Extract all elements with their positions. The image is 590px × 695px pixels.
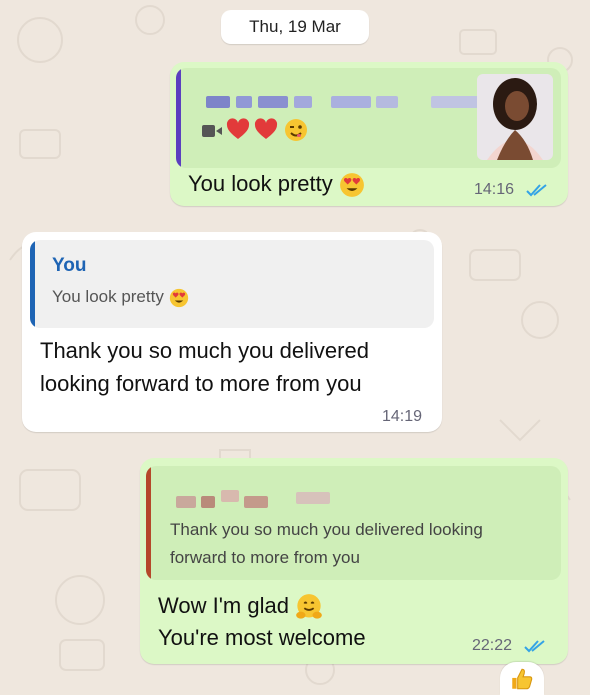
heart-emoji [226, 118, 250, 139]
message-text-line: Wow I'm glad [158, 590, 323, 621]
incoming-message-bubble[interactable]: You You look pretty Thank you so much yo… [22, 232, 442, 432]
quote-text: You look pretty [52, 287, 189, 308]
read-receipt-icon [526, 184, 547, 197]
thumbs-up-emoji [512, 668, 533, 690]
message-time: 14:16 [474, 181, 515, 198]
quote-accent-bar [176, 68, 181, 168]
heart-eyes-emoji [339, 173, 364, 198]
quoted-message[interactable]: Thank you so much you delivered looking … [146, 466, 561, 580]
message-time: 22:22 [472, 637, 513, 654]
quote-text-line: Thank you so much you delivered looking [170, 520, 483, 539]
photo-thumbnail[interactable] [477, 74, 553, 160]
video-icon [202, 125, 222, 137]
quote-author: You [52, 255, 87, 276]
message-text: You look pretty [188, 168, 365, 199]
heart-eyes-emoji [169, 288, 188, 307]
message-text-line: You're most welcome [158, 625, 366, 650]
message-text-line: looking forward to more from you [40, 371, 362, 396]
wink-emoji [285, 119, 307, 141]
message-reaction[interactable] [500, 662, 544, 695]
quote-accent-bar [146, 466, 151, 580]
read-receipt-icon [524, 640, 545, 653]
message-time: 14:19 [382, 408, 423, 425]
message-text-line: Thank you so much you delivered [40, 338, 369, 363]
heart-emoji [254, 118, 278, 139]
quote-text-line: forward to more from you [170, 548, 360, 567]
date-separator: Thu, 19 Mar [221, 10, 369, 44]
quote-accent-bar [30, 240, 35, 328]
quoted-message[interactable]: You You look pretty [30, 240, 434, 328]
quoted-message[interactable] [176, 68, 561, 168]
hugging-face-emoji [296, 594, 322, 619]
outgoing-message-bubble[interactable]: You look pretty 14:16 [170, 62, 568, 206]
outgoing-message-bubble[interactable]: Thank you so much you delivered looking … [140, 458, 568, 664]
